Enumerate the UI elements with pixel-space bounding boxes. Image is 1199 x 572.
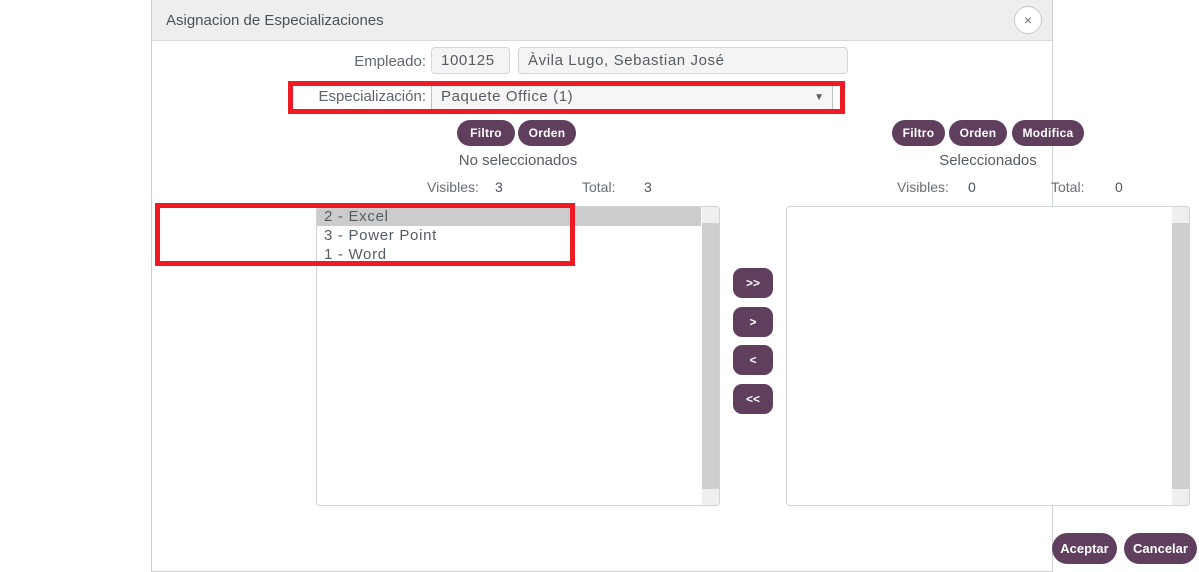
scrollbar-up-icon[interactable] [702, 207, 719, 223]
chevron-down-icon: ▼ [814, 92, 824, 103]
cancelar-button[interactable]: Cancelar [1124, 533, 1197, 564]
right-visibles-label: Visibles: [897, 179, 949, 195]
right-panel-title: Seleccionados [939, 152, 1037, 169]
left-total-value: 3 [644, 179, 652, 195]
right-modifica-button[interactable]: Modifica [1012, 120, 1084, 146]
list-item[interactable]: 2 - Excel [317, 207, 701, 226]
close-icon[interactable]: × [1014, 6, 1042, 34]
right-total-label: Total: [1051, 179, 1085, 195]
especializacion-select[interactable]: Paquete Office (1) ▼ [431, 83, 833, 111]
assignment-dialog: Asignacion de Especializaciones × Emplea… [151, 0, 1197, 572]
dialog-title: Asignacion de Especializaciones [166, 12, 384, 29]
left-orden-button[interactable]: Orden [518, 120, 576, 146]
selected-listbox[interactable] [786, 206, 1190, 506]
move-all-right-button[interactable]: >> [733, 268, 773, 298]
selected-scrollbar[interactable] [1172, 207, 1189, 505]
scrollbar-down-icon[interactable] [702, 489, 719, 505]
move-left-button[interactable]: < [733, 345, 773, 375]
especializacion-selected-value: Paquete Office (1) [441, 88, 574, 105]
left-visibles-label: Visibles: [427, 179, 479, 195]
right-visibles-value: 0 [968, 179, 976, 195]
unselected-scrollbar[interactable] [702, 207, 719, 505]
scrollbar-up-icon[interactable] [1172, 207, 1189, 223]
left-filtro-button[interactable]: Filtro [457, 120, 515, 146]
left-total-label: Total: [582, 179, 616, 195]
especializacion-label: Especialización: [318, 88, 426, 105]
scrollbar-down-icon[interactable] [1172, 489, 1189, 505]
empleado-name-field[interactable]: Àvila Lugo, Sebastian José [518, 47, 848, 74]
empleado-id-field[interactable]: 100125 [431, 47, 510, 74]
move-all-left-button[interactable]: << [733, 384, 773, 414]
left-visibles-value: 3 [495, 179, 503, 195]
list-item[interactable]: 3 - Power Point [317, 226, 701, 245]
dialog-titlebar: Asignacion de Especializaciones × [152, 0, 1052, 41]
list-item[interactable]: 1 - Word [317, 245, 701, 264]
right-orden-button[interactable]: Orden [949, 120, 1007, 146]
right-total-value: 0 [1115, 179, 1123, 195]
right-filtro-button[interactable]: Filtro [892, 120, 945, 146]
unselected-listbox[interactable]: 2 - Excel 3 - Power Point 1 - Word [316, 206, 720, 506]
move-right-button[interactable]: > [733, 307, 773, 337]
aceptar-button[interactable]: Aceptar [1052, 533, 1117, 564]
empleado-label: Empleado: [354, 53, 426, 70]
unselected-list-items: 2 - Excel 3 - Power Point 1 - Word [317, 207, 701, 264]
left-panel-title: No seleccionados [458, 152, 578, 169]
